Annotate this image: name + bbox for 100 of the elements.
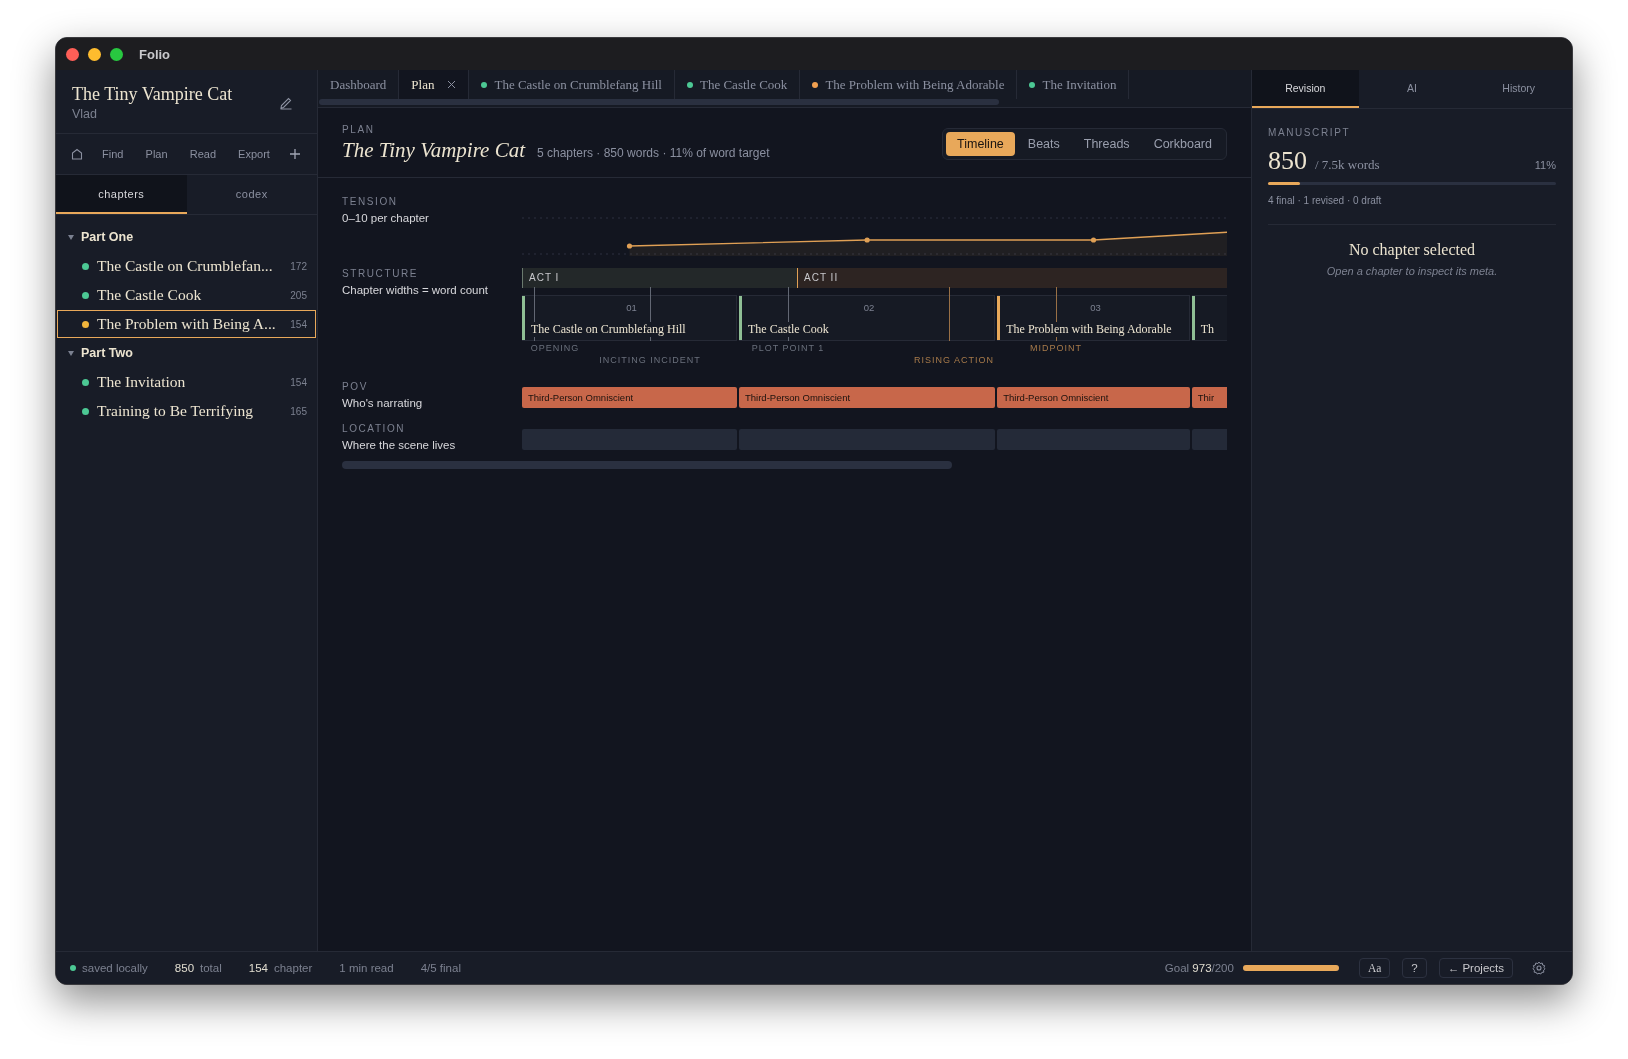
status-button[interactable]: ← Projects: [1438, 958, 1513, 978]
chapter-title: The Problem with Being A...: [97, 315, 277, 333]
view-tab[interactable]: Threads: [1072, 131, 1141, 156]
toolbar-button[interactable]: Find: [99, 146, 127, 162]
author-name: Vlad: [72, 107, 99, 121]
lane-label: LOCATION: [342, 423, 407, 434]
empty-hint: Open a chapter to inspect its meta.: [1325, 265, 1499, 277]
chapter-title: The Castle Cook: [97, 286, 203, 304]
tab-label: The Invitation: [1042, 76, 1117, 93]
caret-icon[interactable]: [68, 234, 74, 240]
inspector-tab[interactable]: History: [1465, 70, 1572, 108]
toolbar-button[interactable]: Export: [235, 146, 273, 162]
chapter-card[interactable]: 03 The Problem with Being Adorable: [997, 295, 1190, 341]
tab-label: The Castle on Crumblefang Hill: [494, 76, 662, 93]
lane-description: 0–10 per chapter: [342, 212, 430, 224]
section-label: PLAN: [342, 124, 376, 135]
saved-dot: [70, 965, 76, 971]
word-count: 172: [290, 260, 307, 272]
status-button[interactable]: ?: [1402, 958, 1427, 978]
beat-label: PLOT POINT 1: [751, 343, 825, 353]
status-stat: 850 total: [174, 962, 222, 974]
act-bar: ACT I: [522, 268, 797, 288]
lane-label: STRUCTURE: [342, 268, 420, 279]
close-window-button[interactable]: [66, 47, 79, 61]
project-title: The Tiny Vampire Cat: [72, 84, 233, 105]
status-stat: 154 chapter: [248, 962, 313, 974]
tab-label: The Problem with Being Adorable: [825, 76, 1005, 93]
window-title: Folio: [139, 46, 171, 62]
chapter-title: The Castle on Crumblefan...: [97, 257, 274, 275]
caret-icon[interactable]: [68, 350, 74, 356]
lane-description: Chapter widths = word count: [342, 284, 490, 296]
tab-label: Plan: [411, 76, 435, 93]
scrollbar[interactable]: [342, 461, 952, 469]
chapter-item[interactable]: The Problem with Being A... 154: [57, 310, 316, 338]
view-tab[interactable]: Corkboard: [1142, 131, 1223, 156]
add-icon[interactable]: [289, 148, 301, 160]
beat-marker: [1056, 287, 1057, 341]
view-tab[interactable]: Beats: [1016, 131, 1071, 156]
pov-bar[interactable]: Third-Person Omniscient: [997, 387, 1190, 408]
word-count: 165: [290, 405, 307, 417]
inspector-tab[interactable]: AI: [1358, 70, 1466, 108]
close-icon[interactable]: [447, 80, 457, 89]
chapter-item[interactable]: Training to Be Terrifying 165: [57, 397, 316, 425]
lane-label: POV: [342, 381, 369, 392]
chapter-title: The Problem with Being Adorable: [1006, 322, 1172, 337]
empty-title: No chapter selected: [1347, 241, 1477, 259]
sidebar-tab[interactable]: codex: [186, 175, 317, 214]
tab-label: Dashboard: [330, 76, 387, 93]
chapter-title: The Castle Cook: [748, 322, 829, 337]
chapter-card[interactable]: Th: [1191, 295, 1227, 341]
pov-bar[interactable]: Third-Person Omniscient: [522, 387, 737, 408]
beat-marker: [534, 287, 535, 341]
scrollbar[interactable]: [319, 99, 999, 105]
zoom-window-button[interactable]: [110, 47, 123, 61]
chapter-item[interactable]: The Castle on Crumblefan... 172: [57, 252, 316, 280]
chapter-card[interactable]: 02 The Castle Cook: [739, 295, 996, 341]
chapter-number: 03: [1089, 302, 1102, 315]
beat-label: INCITING INCIDENT: [599, 355, 701, 365]
chapter-card[interactable]: 01 The Castle on Crumblefang Hill: [522, 295, 737, 341]
lane-description: Who's narrating: [342, 397, 424, 409]
section-label: MANUSCRIPT: [1268, 127, 1352, 138]
sidebar-tab[interactable]: chapters: [56, 175, 187, 214]
save-status: saved locally: [82, 962, 148, 974]
chapter-title: The Invitation: [97, 373, 187, 391]
beat-marker: [650, 287, 651, 341]
goal-text: Goal 973/200: [1164, 962, 1234, 974]
status-button[interactable]: Aa: [1358, 958, 1391, 978]
toolbar-button[interactable]: Plan: [142, 146, 171, 162]
chapter-title: The Castle on Crumblefang Hill: [531, 322, 686, 337]
lane-description: Where the scene lives: [342, 439, 457, 451]
beat-marker: [788, 287, 789, 341]
toolbar-button[interactable]: Read: [186, 146, 219, 162]
lane-label: TENSION: [342, 196, 399, 207]
word-count: 850: [1268, 146, 1307, 176]
word-count: 154: [290, 318, 307, 330]
word-target: / 7.5k words: [1315, 157, 1381, 173]
tab-label: The Castle Cook: [700, 76, 788, 93]
chapter-item[interactable]: The Invitation 154: [57, 368, 316, 396]
edit-icon[interactable]: [279, 95, 293, 110]
plan-summary: 5 chapters · 850 words · 11% of word target: [537, 146, 770, 160]
percent-label: 11%: [1534, 159, 1556, 171]
minimize-window-button[interactable]: [88, 47, 101, 61]
status-breakdown: 4 final · 1 revised · 0 draft: [1268, 195, 1556, 225]
pov-bar[interactable]: Thir: [1191, 387, 1227, 408]
beat-label: RISING ACTION: [914, 355, 994, 365]
part-title: Part One: [81, 230, 134, 244]
chapter-item[interactable]: The Castle Cook 205: [57, 281, 316, 309]
word-count: 154: [290, 376, 307, 388]
chapter-number: 01: [625, 302, 638, 315]
status-text: 4/5 final: [420, 962, 461, 974]
part-title: Part Two: [81, 346, 133, 360]
plan-title: The Tiny Vampire Cat: [342, 138, 525, 163]
settings-icon[interactable]: [1532, 961, 1546, 975]
beat-label: MIDPOINT: [1030, 343, 1082, 353]
editor-tab[interactable]: Plan: [399, 70, 470, 99]
pov-bar[interactable]: Third-Person Omniscient: [739, 387, 996, 408]
view-tab[interactable]: Timeline: [946, 131, 1015, 156]
act-bar: ACT II: [797, 268, 1227, 288]
home-icon[interactable]: [71, 148, 83, 160]
inspector-tab[interactable]: Revision: [1252, 70, 1359, 108]
